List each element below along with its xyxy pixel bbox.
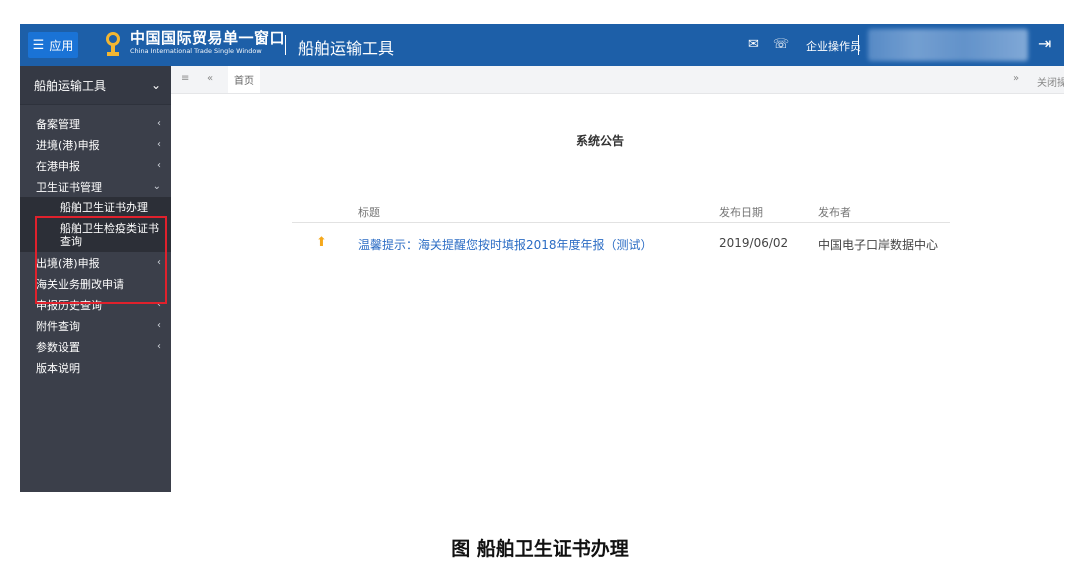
- chevron-down-icon: ⌄: [150, 78, 161, 92]
- app-title: 船舶运输工具: [298, 39, 395, 58]
- pin-top-icon: ⬆: [316, 235, 327, 250]
- chevron-left-icon: ‹: [157, 139, 161, 150]
- brand-en: China International Trade Single Window: [130, 47, 262, 55]
- sidebar-item-label: 版本说明: [36, 361, 80, 375]
- sidebar-item-label: 进境(港)申报: [36, 138, 100, 152]
- app-window: ☰ 应用 中国国际贸易单一窗口 China International Trad…: [20, 24, 1064, 492]
- sidebar-header-label: 船舶运输工具: [34, 78, 107, 93]
- user-role: 企业操作员: [806, 40, 861, 53]
- close-ops-button[interactable]: 关闭操作: [1037, 74, 1064, 89]
- brand-cn: 中国国际贸易单一窗口: [130, 29, 286, 47]
- notice-publisher: 中国电子口岸数据中心: [818, 238, 939, 252]
- user-separator: [858, 35, 859, 55]
- col-title: 标题: [358, 206, 380, 219]
- app-menu-label: 应用: [49, 38, 74, 53]
- notice-title: 系统公告: [576, 134, 625, 148]
- mail-icon[interactable]: ✉: [748, 37, 759, 52]
- sidebar-item-version[interactable]: 版本说明: [20, 357, 171, 378]
- tab-home-label: 首页: [234, 76, 254, 87]
- top-icons: ✉ ☏: [748, 37, 789, 52]
- notice-table-header: 标题 发布日期 发布者: [292, 200, 950, 223]
- scroll-right-icon[interactable]: »: [1013, 73, 1019, 84]
- sidebar: 船舶运输工具 ⌄ 备案管理 ‹ 进境(港)申报 ‹ 在港申报 ‹ 卫生证书管理 …: [20, 66, 171, 492]
- tab-home[interactable]: 首页: [228, 66, 260, 93]
- app-menu-button[interactable]: ☰ 应用: [28, 32, 78, 58]
- sidebar-subitem-cert-processing[interactable]: 船舶卫生证书办理: [20, 197, 171, 218]
- sidebar-item-health-cert[interactable]: 卫生证书管理 ⌄: [20, 176, 171, 197]
- sidebar-item-settings[interactable]: 参数设置 ‹: [20, 336, 171, 357]
- col-publisher: 发布者: [818, 206, 851, 219]
- hamburger-icon: ☰: [32, 37, 45, 53]
- col-date: 发布日期: [719, 206, 763, 219]
- sidebar-item-attachments[interactable]: 附件查询 ‹: [20, 315, 171, 336]
- table-row: ⬆ 温馨提示：海关提醒您按时填报2018年度年报（测试） 2019/06/02 …: [292, 232, 950, 256]
- highlight-box: [35, 216, 167, 304]
- sidebar-item-label: 在港申报: [36, 159, 80, 173]
- scroll-left-icon[interactable]: «: [207, 73, 213, 84]
- sidebar-item-label: 备案管理: [36, 117, 80, 131]
- notice-link[interactable]: 温馨提示：海关提醒您按时填报2018年度年报（测试）: [358, 236, 653, 253]
- chevron-down-icon: ⌄: [152, 181, 161, 192]
- chevron-left-icon: ‹: [157, 341, 161, 352]
- logout-icon[interactable]: ⇥: [1038, 34, 1051, 53]
- chevron-left-icon: ‹: [157, 320, 161, 331]
- menu-toggle-icon[interactable]: ≡: [181, 73, 189, 84]
- customs-emblem-icon: [106, 32, 120, 56]
- sidebar-item-inbound[interactable]: 进境(港)申报 ‹: [20, 134, 171, 155]
- sidebar-header[interactable]: 船舶运输工具 ⌄: [20, 66, 171, 105]
- sidebar-item-label: 附件查询: [36, 319, 80, 333]
- sidebar-item-filing[interactable]: 备案管理 ‹: [20, 113, 171, 134]
- sidebar-item-label: 参数设置: [36, 340, 80, 354]
- chevron-left-icon: ‹: [157, 160, 161, 171]
- top-bar: ☰ 应用 中国国际贸易单一窗口 China International Trad…: [20, 24, 1064, 66]
- tab-bar: ≡ « 首页 » 关闭操作: [171, 66, 1064, 94]
- notice-date: 2019/06/02: [719, 236, 789, 250]
- figure-caption: 图 船舶卫生证书办理: [451, 538, 629, 560]
- headset-icon[interactable]: ☏: [773, 37, 789, 52]
- title-separator: [285, 35, 286, 55]
- chevron-left-icon: ‹: [157, 118, 161, 129]
- sidebar-item-label: 卫生证书管理: [36, 180, 102, 194]
- user-info-redacted: [868, 29, 1028, 61]
- brand: 中国国际贸易单一窗口 China International Trade Sin…: [130, 30, 285, 56]
- sidebar-item-in-port[interactable]: 在港申报 ‹: [20, 155, 171, 176]
